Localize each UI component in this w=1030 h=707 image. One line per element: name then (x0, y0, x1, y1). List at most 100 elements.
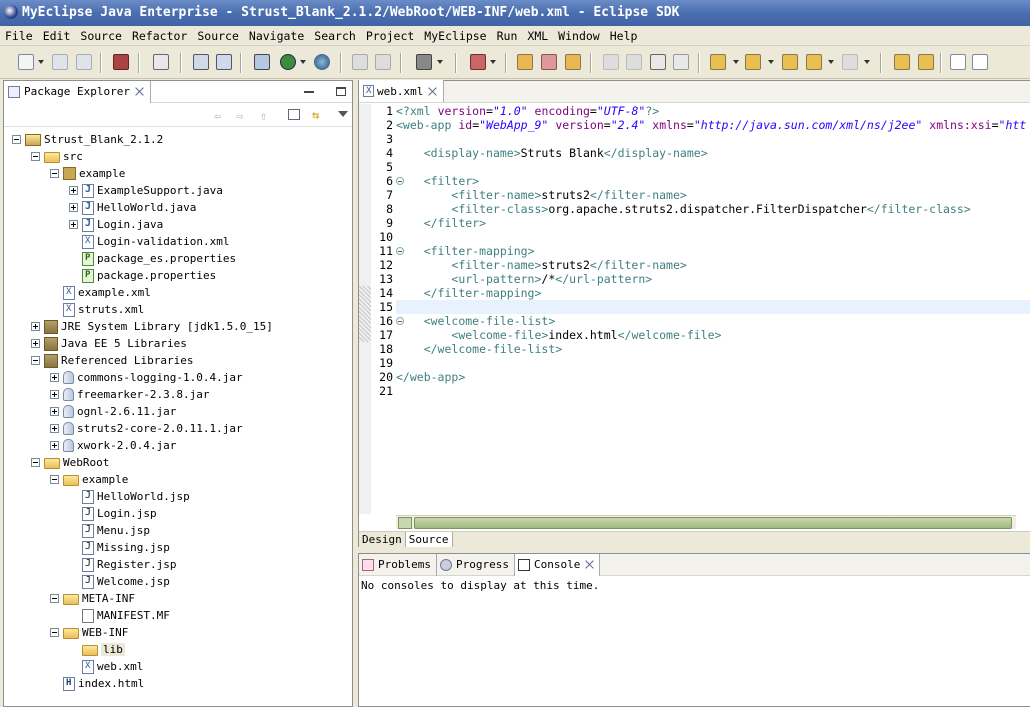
expand-icon[interactable] (69, 186, 78, 195)
forward-arrow-icon[interactable]: ⇨ (236, 109, 243, 123)
menu-file[interactable]: File (0, 26, 38, 45)
wizard-icon[interactable] (193, 54, 209, 70)
tree-item[interactable]: WebRoot (31, 454, 109, 471)
tree-item[interactable]: META-INF (50, 590, 135, 607)
tree-item[interactable]: xwork-2.0.4.jar (50, 437, 176, 454)
back-arrow-icon[interactable]: ⇦ (214, 109, 221, 123)
scrollbar-thumb[interactable] (414, 517, 1012, 529)
code-line[interactable] (396, 300, 1030, 314)
code-line[interactable]: <welcome-file-list> (396, 314, 1030, 328)
chevron-down-icon[interactable] (437, 60, 443, 64)
chevron-down-icon[interactable] (490, 60, 496, 64)
tree-item[interactable]: HelloWorld.jsp (69, 488, 190, 505)
code-line[interactable]: </filter-mapping> (396, 286, 1030, 300)
debug-icon[interactable] (470, 54, 486, 70)
version-icon[interactable] (153, 54, 169, 70)
code-line[interactable] (396, 132, 1030, 146)
block-select-icon[interactable] (673, 54, 689, 70)
tree-item[interactable]: commons-logging-1.0.4.jar (50, 369, 243, 386)
tab-design[interactable]: Design (359, 532, 406, 547)
code-line[interactable]: </filter> (396, 216, 1030, 230)
collapse-all-icon[interactable] (288, 109, 300, 120)
new-icon[interactable] (18, 54, 34, 70)
expand-icon[interactable] (50, 424, 59, 433)
tree-item[interactable]: Java EE 5 Libraries (31, 335, 187, 352)
code-line[interactable] (396, 384, 1030, 398)
menu-run[interactable]: Run (492, 26, 523, 45)
box-icon[interactable] (113, 54, 129, 70)
code-line[interactable]: <web-app id="WebApp_9" version="2.4" xml… (396, 118, 1030, 132)
perspective-icon[interactable] (894, 54, 910, 70)
expand-icon[interactable] (69, 203, 78, 212)
tree-item[interactable]: example (50, 471, 128, 488)
tree-item[interactable]: Login.java (69, 216, 163, 233)
expand-icon[interactable] (31, 322, 40, 331)
tree-item[interactable]: Missing.jsp (69, 539, 170, 556)
back-icon[interactable] (806, 54, 822, 70)
forward-icon[interactable] (842, 54, 858, 70)
tree-item[interactable]: lib (69, 641, 125, 658)
tree-item[interactable]: Login-validation.xml (69, 233, 229, 250)
tree-item[interactable]: Referenced Libraries (31, 352, 193, 369)
up-icon[interactable]: ⇧ (260, 109, 267, 123)
minimize-icon[interactable] (950, 54, 966, 70)
code-line[interactable]: <display-name>Struts Blank</display-name… (396, 146, 1030, 160)
tree-item[interactable]: Welcome.jsp (69, 573, 170, 590)
code-line[interactable]: <url-pattern>/*</url-pattern> (396, 272, 1030, 286)
code-line[interactable]: <filter-name>struts2</filter-name> (396, 258, 1030, 272)
tree-item[interactable]: ognl-2.6.11.jar (50, 403, 176, 420)
code-line[interactable] (396, 356, 1030, 370)
menu-help[interactable]: Help (605, 26, 643, 45)
menu-xml[interactable]: XML (522, 26, 553, 45)
collapse-icon[interactable] (31, 356, 40, 365)
code-line[interactable]: </web-app> (396, 370, 1030, 384)
code-line[interactable] (396, 230, 1030, 244)
link-icon[interactable] (603, 54, 619, 70)
minimize-view-icon[interactable] (304, 90, 314, 93)
tree-item[interactable]: Menu.jsp (69, 522, 150, 539)
tree-item[interactable]: WEB-INF (50, 624, 128, 641)
open-task-icon[interactable] (565, 54, 581, 70)
link-with-editor-icon[interactable]: ⇆ (312, 108, 319, 122)
close-icon[interactable] (428, 87, 437, 96)
tree-item[interactable]: web.xml (69, 658, 143, 675)
code-line[interactable] (396, 160, 1030, 174)
code-line[interactable]: <filter-class>org.apache.struts2.dispatc… (396, 202, 1030, 216)
collapse-icon[interactable] (31, 152, 40, 161)
tree-item[interactable]: src (31, 148, 83, 165)
tree-item[interactable]: struts.xml (50, 301, 144, 318)
menu-source-2[interactable]: Source (192, 26, 244, 45)
tab-problems[interactable]: Problems (359, 553, 437, 576)
chevron-down-icon[interactable] (768, 60, 774, 64)
chevron-down-icon[interactable] (300, 60, 306, 64)
tab-progress[interactable]: Progress (437, 553, 515, 576)
browser-icon[interactable] (314, 54, 330, 70)
highlight-icon[interactable] (626, 54, 642, 70)
menu-source[interactable]: Source (75, 26, 127, 45)
close-icon[interactable] (135, 87, 144, 96)
expand-icon[interactable] (69, 220, 78, 229)
close-icon[interactable] (585, 560, 594, 569)
expand-icon[interactable] (50, 390, 59, 399)
menu-edit[interactable]: Edit (38, 26, 76, 45)
tree-item[interactable]: package.properties (69, 267, 216, 284)
search-icon[interactable] (216, 54, 232, 70)
tree-item[interactable]: freemarker-2.3.8.jar (50, 386, 209, 403)
expand-icon[interactable] (50, 373, 59, 382)
open-type-icon[interactable] (517, 54, 533, 70)
camera-icon[interactable] (416, 54, 432, 70)
tree-item[interactable]: Strust_Blank_2.1.2 (12, 131, 163, 148)
code-line[interactable]: </welcome-file-list> (396, 342, 1030, 356)
next-annotation-icon[interactable] (710, 54, 726, 70)
run-icon[interactable] (280, 54, 296, 70)
perspective-switch-icon[interactable] (918, 54, 934, 70)
menu-navigate[interactable]: Navigate (244, 26, 309, 45)
pilcrow-icon[interactable] (650, 54, 666, 70)
tree-item[interactable]: JRE System Library [jdk1.5.0_15] (31, 318, 273, 335)
attach-icon[interactable] (375, 54, 391, 70)
view-menu-icon[interactable] (338, 111, 348, 117)
chevron-down-icon[interactable] (828, 60, 834, 64)
code-line[interactable]: <?xml version="1.0" encoding="UTF-8"?> (396, 104, 1030, 118)
open-resource-icon[interactable] (541, 54, 557, 70)
menu-window[interactable]: Window (553, 26, 605, 45)
